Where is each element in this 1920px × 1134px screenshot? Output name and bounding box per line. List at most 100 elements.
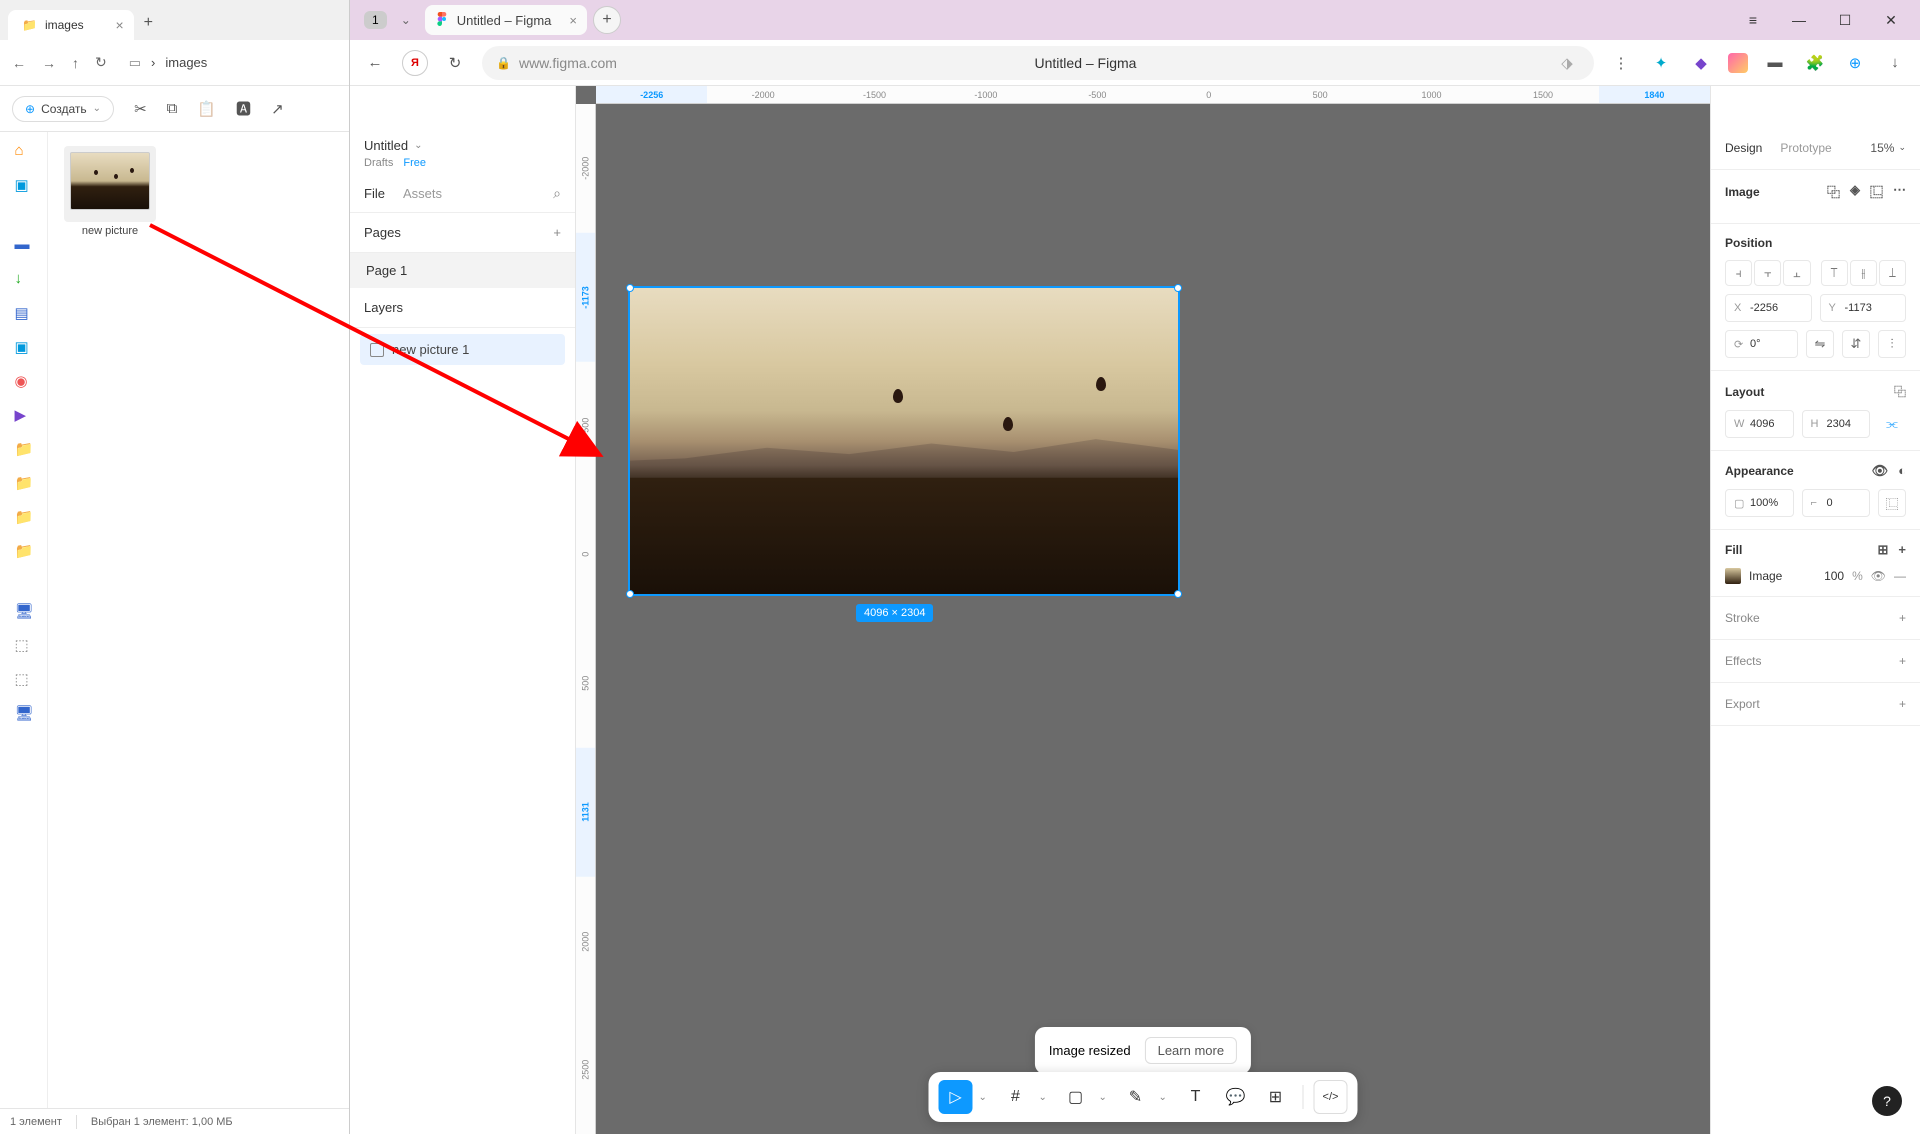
grid-icon[interactable]: ⊞ [1878,542,1889,558]
move-tool[interactable]: ▷ [939,1080,973,1114]
add-export-icon[interactable]: + [1899,697,1906,711]
ext-icon[interactable]: ◆ [1688,50,1714,76]
component-icon[interactable]: ◈ [1850,182,1860,201]
align-top-icon[interactable]: ⟙ [1821,260,1848,286]
flip-v-icon[interactable]: ⇵ [1842,330,1870,358]
figma-canvas[interactable]: -2256 -2000 -1500 -1000 -500 0 500 1000 … [576,86,1710,1134]
flip-h-icon[interactable]: ⇋ [1806,330,1834,358]
align-bottom-icon[interactable]: ⟘ [1879,260,1906,286]
resize-handle[interactable] [1174,590,1182,598]
home-icon[interactable]: ⌂ [15,142,33,160]
back-icon[interactable]: ← [12,55,26,71]
extensions-icon[interactable]: 🧩 [1802,50,1828,76]
drive-icon[interactable]: ⬚ [15,636,33,654]
folder-icon[interactable]: 📁 [15,542,33,560]
yandex-icon[interactable]: Я [402,50,428,76]
comment-tool[interactable]: 💬 [1219,1080,1253,1114]
minimize-icon[interactable]: — [1776,5,1822,35]
explorer-content[interactable]: new picture [48,132,349,1108]
blend-icon[interactable]: ◐ [1898,463,1906,479]
more-transform-icon[interactable]: ⫶ [1878,330,1906,358]
more-icon[interactable]: ⋯ [1893,182,1906,201]
corner-detail-icon[interactable]: ⿺ [1878,489,1906,517]
folder-icon[interactable]: 📁 [15,508,33,526]
folder-icon[interactable]: 📁 [15,474,33,492]
music-icon[interactable]: ◉ [15,372,33,390]
pictures-icon[interactable]: ▣ [15,338,33,356]
browser-tab[interactable]: Untitled – Figma × [425,5,587,35]
chevron-down-icon[interactable]: ⌄ [1039,1092,1053,1103]
tab-file[interactable]: File [364,186,385,201]
frame-icon[interactable]: ⿺ [1870,182,1883,201]
add-fill-icon[interactable]: + [1898,542,1906,558]
battery-icon[interactable]: ▬ [1762,50,1788,76]
chevron-down-icon[interactable]: ⌄ [393,9,419,31]
height-field[interactable]: H2304 [1802,410,1871,438]
tab-design[interactable]: Design [1725,141,1762,155]
fill-type[interactable]: Image [1749,569,1816,583]
more-icon[interactable]: ⋮ [1608,50,1634,76]
breadcrumb[interactable]: ▭ › images [123,55,214,71]
tab-prototype[interactable]: Prototype [1780,141,1831,155]
close-icon[interactable]: × [569,13,577,28]
radius-field[interactable]: ⌐0 [1802,489,1871,517]
remove-fill-icon[interactable]: — [1894,569,1906,583]
search-icon[interactable]: ⌕ [553,185,561,202]
ext-icon[interactable]: ✦ [1648,50,1674,76]
align-right-icon[interactable]: ⫠ [1783,260,1810,286]
file-item[interactable]: new picture [62,146,158,237]
share-icon[interactable]: ↗ [271,100,284,118]
tab-counter[interactable]: 1 [364,11,387,29]
ext-icon[interactable] [1728,53,1748,73]
help-button[interactable]: ? [1872,1086,1902,1116]
add-page-icon[interactable]: + [553,225,561,240]
resize-handle[interactable] [1174,284,1182,292]
folder-icon[interactable]: 📁 [15,440,33,458]
new-tab-button[interactable]: + [134,6,163,40]
explorer-tab[interactable]: 📁 images × [8,10,134,40]
shape-tool[interactable]: ▢ [1059,1080,1093,1114]
file-name[interactable]: Untitled ⌄ [364,138,561,153]
fill-opacity[interactable]: 100 [1824,569,1844,583]
network-icon[interactable]: 🖥 [15,704,33,722]
drafts-label[interactable]: Drafts [364,157,393,169]
new-tab-button[interactable]: + [593,6,621,34]
create-button[interactable]: ⊕ Создать ⌄ [12,96,114,122]
downloads-icon[interactable]: ↓ [15,270,33,288]
opacity-field[interactable]: ▢100% [1725,489,1794,517]
visibility-icon[interactable]: 👁 [1871,569,1886,583]
align-vcenter-icon[interactable]: ⫲ [1850,260,1877,286]
documents-icon[interactable]: ▤ [15,304,33,322]
actions-tool[interactable]: ⊞ [1259,1080,1293,1114]
menu-icon[interactable]: ≡ [1730,5,1776,35]
drive-icon[interactable]: ⬚ [15,670,33,688]
layer-item[interactable]: new picture 1 [360,334,565,365]
url-field[interactable]: 🔒 www.figma.com Untitled – Figma ⬗ [482,46,1594,80]
close-icon[interactable]: × [115,17,123,33]
chevron-down-icon[interactable]: ⌄ [1159,1092,1173,1103]
paste-icon[interactable]: 📋 [197,100,216,118]
dev-mode-toggle[interactable]: </> [1314,1080,1348,1114]
resize-handle[interactable] [626,284,634,292]
translate-icon[interactable]: ⊕ [1842,50,1868,76]
maximize-icon[interactable]: ☐ [1822,5,1868,35]
up-icon[interactable]: ↑ [72,55,79,71]
rotation-field[interactable]: ⟳0° [1725,330,1798,358]
desktop-icon[interactable]: ▬ [15,236,33,254]
free-badge[interactable]: Free [403,157,426,169]
add-effect-icon[interactable]: + [1899,654,1906,668]
chevron-down-icon[interactable]: ⌄ [1099,1092,1113,1103]
crop-icon[interactable]: ⿻ [1827,182,1840,201]
videos-icon[interactable]: ▶ [15,406,33,424]
selected-image-frame[interactable] [628,286,1180,596]
thispc-icon[interactable]: 🖥 [15,602,33,620]
toast-learn-more[interactable]: Learn more [1145,1037,1237,1064]
text-tool[interactable]: T [1179,1080,1213,1114]
copy-icon[interactable]: ⧉ [167,100,178,117]
cut-icon[interactable]: ✂ [134,100,147,118]
y-field[interactable]: Y-1173 [1820,294,1907,322]
constrain-icon[interactable]: ⫘ [1878,410,1906,438]
back-icon[interactable]: ← [362,50,388,76]
frame-tool[interactable]: # [999,1080,1033,1114]
page-item[interactable]: Page 1 [350,253,575,288]
